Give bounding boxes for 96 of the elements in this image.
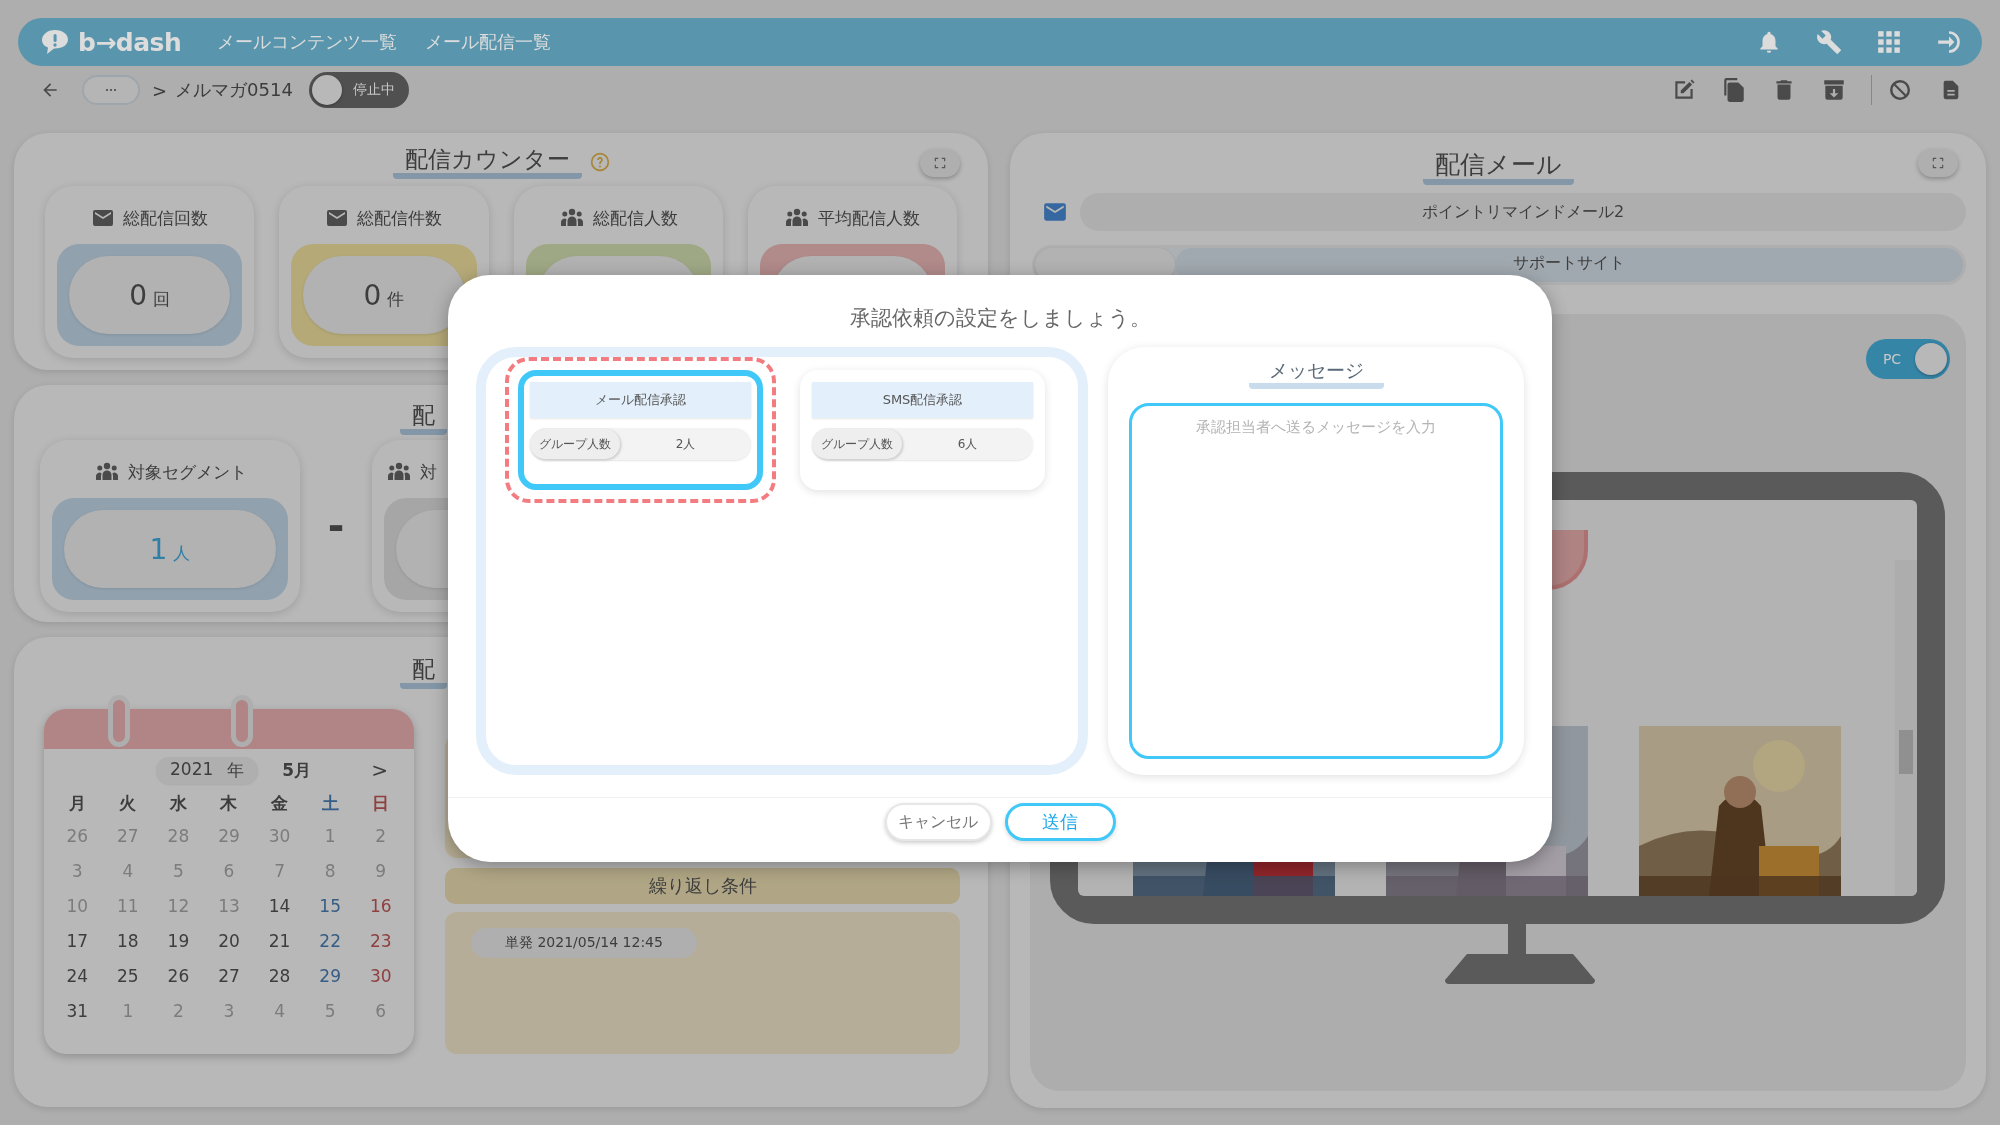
calendar-day: 1 — [102, 994, 154, 1029]
month-label: 5月 — [282, 758, 312, 782]
stat-label: 総配信人数 — [592, 206, 678, 230]
panel-title: 配信メール — [1422, 151, 1574, 185]
stat-label: 総配信件数 — [357, 206, 443, 230]
calendar-day: 9 — [355, 854, 406, 889]
approval-title: メール配信承認 — [530, 382, 751, 418]
logo-text: b→dash — [78, 27, 182, 57]
calendar-day: 1 — [304, 819, 356, 854]
calendar-day: 2 — [355, 819, 406, 854]
calendar-day[interactable]: 31 — [52, 994, 103, 1029]
calendar-day[interactable]: 17 — [52, 924, 103, 959]
circle-slash-icon[interactable] — [1888, 78, 1912, 102]
calendar-day: 7 — [254, 854, 305, 889]
calendar-day: 28 — [153, 819, 204, 854]
calendar-day: 4 — [102, 854, 154, 889]
dialog-title: 承認依頼の設定をしましょう。 — [848, 305, 1152, 332]
calendar-day[interactable]: 28 — [254, 959, 305, 994]
calendar-day: 2 — [153, 994, 204, 1029]
group-count: 2人 — [674, 435, 697, 453]
calendar-day: 5 — [153, 854, 204, 889]
approval-card[interactable]: メール配信承認 グループ人数 2人 — [518, 370, 763, 490]
segment-label: 対 — [420, 460, 437, 484]
subject-field: ポイントリマインドメール2 — [1080, 193, 1966, 231]
logout-icon[interactable] — [1936, 29, 1962, 55]
calendar-day[interactable]: 26 — [153, 959, 204, 994]
calendar-day[interactable]: 14 — [254, 889, 305, 924]
cancel-button[interactable]: キャンセル — [884, 803, 992, 841]
weekday-label: 水 — [168, 792, 188, 815]
calendar-day[interactable]: 15 — [304, 889, 356, 924]
group-label: グループ人数 — [812, 429, 902, 459]
breadcrumb-separator: > — [152, 79, 168, 101]
approval-card[interactable]: SMS配信承認 グループ人数 6人 — [800, 370, 1045, 490]
send-button[interactable]: 送信 — [1004, 803, 1116, 841]
calendar-day: 5 — [304, 994, 356, 1029]
calendar-day: 12 — [153, 889, 204, 924]
breadcrumb-text: メルマガ0514 — [175, 78, 293, 102]
calendar-day[interactable]: 18 — [102, 924, 154, 959]
stat-label: 平均配信人数 — [818, 206, 921, 230]
repeat-condition: 単発 2021/05/14 12:45 — [471, 928, 697, 958]
calendar-day[interactable]: 23 — [355, 924, 406, 959]
calendar-day: 3 — [52, 854, 103, 889]
calendar-day: 27 — [102, 819, 154, 854]
calendar-day: 3 — [203, 994, 255, 1029]
help-icon — [589, 151, 610, 172]
calendar-day[interactable]: 27 — [203, 959, 255, 994]
repeat-title: 繰り返し条件 — [445, 868, 960, 904]
next-month-button[interactable]: > — [365, 758, 394, 782]
count-value: 0 回 — [129, 278, 171, 312]
calendar-day[interactable]: 29 — [304, 959, 356, 994]
calendar-day[interactable]: 20 — [203, 924, 255, 959]
segment-label: 対象セグメント — [127, 460, 247, 484]
sender-name: サポートサイト — [1175, 248, 1963, 282]
expand-icon — [1931, 156, 1945, 170]
stat-label: 総配信回数 — [123, 206, 209, 230]
archive-icon[interactable] — [1821, 77, 1847, 103]
count-value: 1 人 — [149, 532, 191, 566]
message-field[interactable]: 承認担当者へ送るメッセージを入力 — [1129, 403, 1503, 759]
calendar-day: 10 — [52, 889, 103, 924]
count-value: 0 件 — [363, 278, 405, 312]
weekday-label: 金 — [270, 792, 290, 815]
weekday-label: 月 — [67, 792, 87, 815]
panel-title: 配信カウンター — [392, 144, 582, 179]
weekday-label: 火 — [118, 792, 138, 815]
calendar-day[interactable]: 22 — [304, 924, 356, 959]
calendar-day: 6 — [355, 994, 406, 1029]
minus-sign: - — [326, 503, 346, 549]
binder-ring — [231, 695, 253, 747]
message-title: メッセージ — [1248, 357, 1384, 389]
calendar-day: 13 — [203, 889, 255, 924]
calendar-day: 8 — [304, 854, 356, 889]
group-count: 6人 — [956, 435, 979, 453]
binder-ring — [108, 695, 130, 747]
weekday-label: 木 — [219, 792, 239, 815]
calendar-day: 11 — [102, 889, 154, 924]
copy-icon[interactable] — [1721, 77, 1747, 103]
weekday-label: 日 — [371, 792, 391, 815]
toggle-switch[interactable]: 停止中 — [308, 72, 409, 108]
calendar-day: 29 — [203, 819, 255, 854]
calendar-day: 4 — [254, 994, 305, 1029]
calendar-day[interactable]: 25 — [102, 959, 154, 994]
wrench-icon[interactable] — [1816, 29, 1842, 55]
calendar-day[interactable]: 24 — [52, 959, 103, 994]
calendar-day[interactable]: 19 — [153, 924, 204, 959]
expand-icon — [933, 156, 947, 170]
calendar-day[interactable]: 30 — [355, 959, 406, 994]
grid-icon[interactable] — [1876, 29, 1902, 55]
calendar-day[interactable]: 16 — [355, 889, 406, 924]
year-selector[interactable]: 2021 年 — [156, 756, 259, 784]
weekday-label: 土 — [320, 792, 340, 815]
calendar-day: 30 — [254, 819, 305, 854]
calendar-day: 26 — [52, 819, 103, 854]
group-label: グループ人数 — [530, 429, 620, 459]
calendar-day[interactable]: 21 — [254, 924, 305, 959]
calendar-day: 6 — [203, 854, 255, 889]
approval-title: SMS配信承認 — [812, 382, 1033, 418]
